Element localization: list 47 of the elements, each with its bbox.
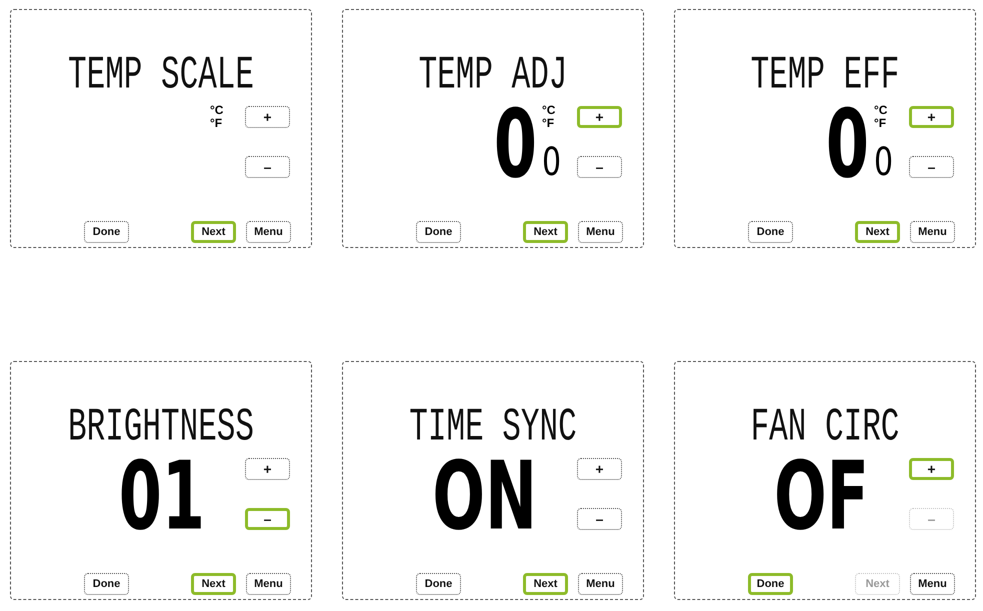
value-display: ON [432,457,537,532]
plus-button[interactable]: + [577,458,622,480]
plus-button[interactable]: + [577,106,622,128]
done-button[interactable]: Done [84,573,129,595]
value-display: OF [774,457,869,532]
menu-button[interactable]: Menu [246,221,291,243]
plus-button[interactable]: + [909,106,954,128]
value-display: 0 [494,105,537,180]
small-digit: 0 [874,145,894,178]
minus-button[interactable]: – [245,508,290,530]
next-button[interactable]: Next [523,573,568,595]
unit-label: °F [874,117,886,130]
plus-button[interactable]: + [909,458,954,480]
done-button[interactable]: Done [748,573,793,595]
menu-button[interactable]: Menu [910,221,955,243]
next-button[interactable]: Next [191,573,236,595]
minus-button[interactable]: – [245,156,290,178]
minus-button[interactable]: – [909,156,954,178]
menu-button[interactable]: Menu [246,573,291,595]
screen-title: FAN CIRC [750,410,900,448]
done-button[interactable]: Done [416,221,461,243]
unit-label: °C [210,104,224,117]
done-button[interactable]: Done [416,573,461,595]
unit-label: °C [874,104,888,117]
screen-title: TEMP ADJ [418,58,568,96]
minus-button[interactable]: – [577,156,622,178]
done-button[interactable]: Done [84,221,129,243]
screen-title: TIME SYNC [409,410,577,448]
screen-title: TEMP SCALE [68,58,254,96]
unit-label: °F [210,117,222,130]
next-button[interactable]: Next [523,221,568,243]
screen-title: BRIGHTNESS [68,410,254,448]
plus-button[interactable]: + [245,458,290,480]
next-button[interactable]: Next [855,221,900,243]
done-button[interactable]: Done [748,221,793,243]
menu-button[interactable]: Menu [578,221,623,243]
plus-button[interactable]: + [245,106,290,128]
small-digit: 0 [542,145,562,178]
screen-title: TEMP EFF [750,58,900,96]
value-display: 01 [118,457,205,532]
menu-button[interactable]: Menu [578,573,623,595]
unit-label: °C [542,104,556,117]
next-button[interactable]: Next [191,221,236,243]
unit-label: °F [542,117,554,130]
value-display: 0 [826,105,869,180]
menu-button[interactable]: Menu [910,573,955,595]
minus-button[interactable]: – [577,508,622,530]
